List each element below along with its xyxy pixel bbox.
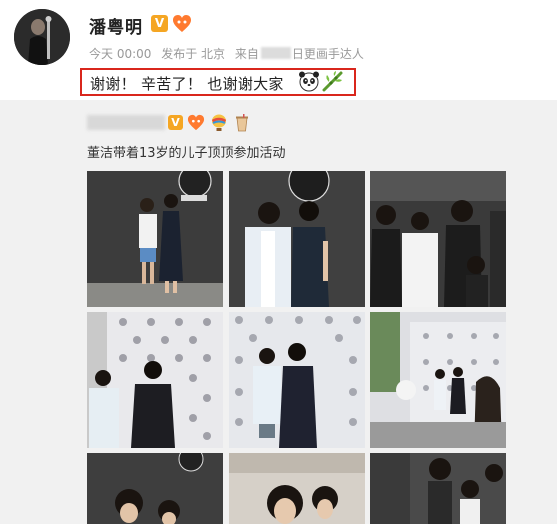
panda-emoji-icon <box>298 70 320 96</box>
photo-6[interactable] <box>370 312 506 448</box>
source-redacted <box>260 47 291 59</box>
photo-5[interactable] <box>229 312 365 448</box>
photo-1[interactable] <box>87 171 223 307</box>
hot-air-balloon-icon <box>211 114 227 136</box>
bamboo-emoji-icon <box>321 70 345 96</box>
post-text: 谢谢！ 辛苦了！ 也谢谢大家 <box>90 75 284 93</box>
drink-cup-icon <box>235 114 249 136</box>
post-source[interactable]: 日更画手达人 <box>292 47 364 61</box>
post-time: 今天 00:00 <box>89 47 152 61</box>
repost-text: 董洁带着13岁的儿子顶顶参加活动 <box>87 146 286 161</box>
post-location: 发布于 北京 <box>161 47 226 61</box>
photo-9[interactable] <box>370 453 506 524</box>
verified-badge-icon: V <box>151 15 168 32</box>
photo-7[interactable] <box>87 453 223 524</box>
photo-8[interactable] <box>229 453 365 524</box>
username[interactable]: 潘粤明 <box>89 13 143 38</box>
fan-badge-icon <box>172 14 192 33</box>
repost-verified-badge-icon: V <box>168 115 183 130</box>
photo-2[interactable] <box>229 171 365 307</box>
post-source-prefix: 来自 <box>234 47 259 61</box>
avatar[interactable] <box>14 9 70 65</box>
post-meta: 今天 00:00 发布于 北京 来自 日更画手达人 <box>89 45 370 62</box>
repost-fan-badge-icon <box>187 114 205 135</box>
repost-username-redacted[interactable] <box>87 115 165 130</box>
photo-4[interactable] <box>87 312 223 448</box>
photo-3[interactable] <box>370 171 506 307</box>
